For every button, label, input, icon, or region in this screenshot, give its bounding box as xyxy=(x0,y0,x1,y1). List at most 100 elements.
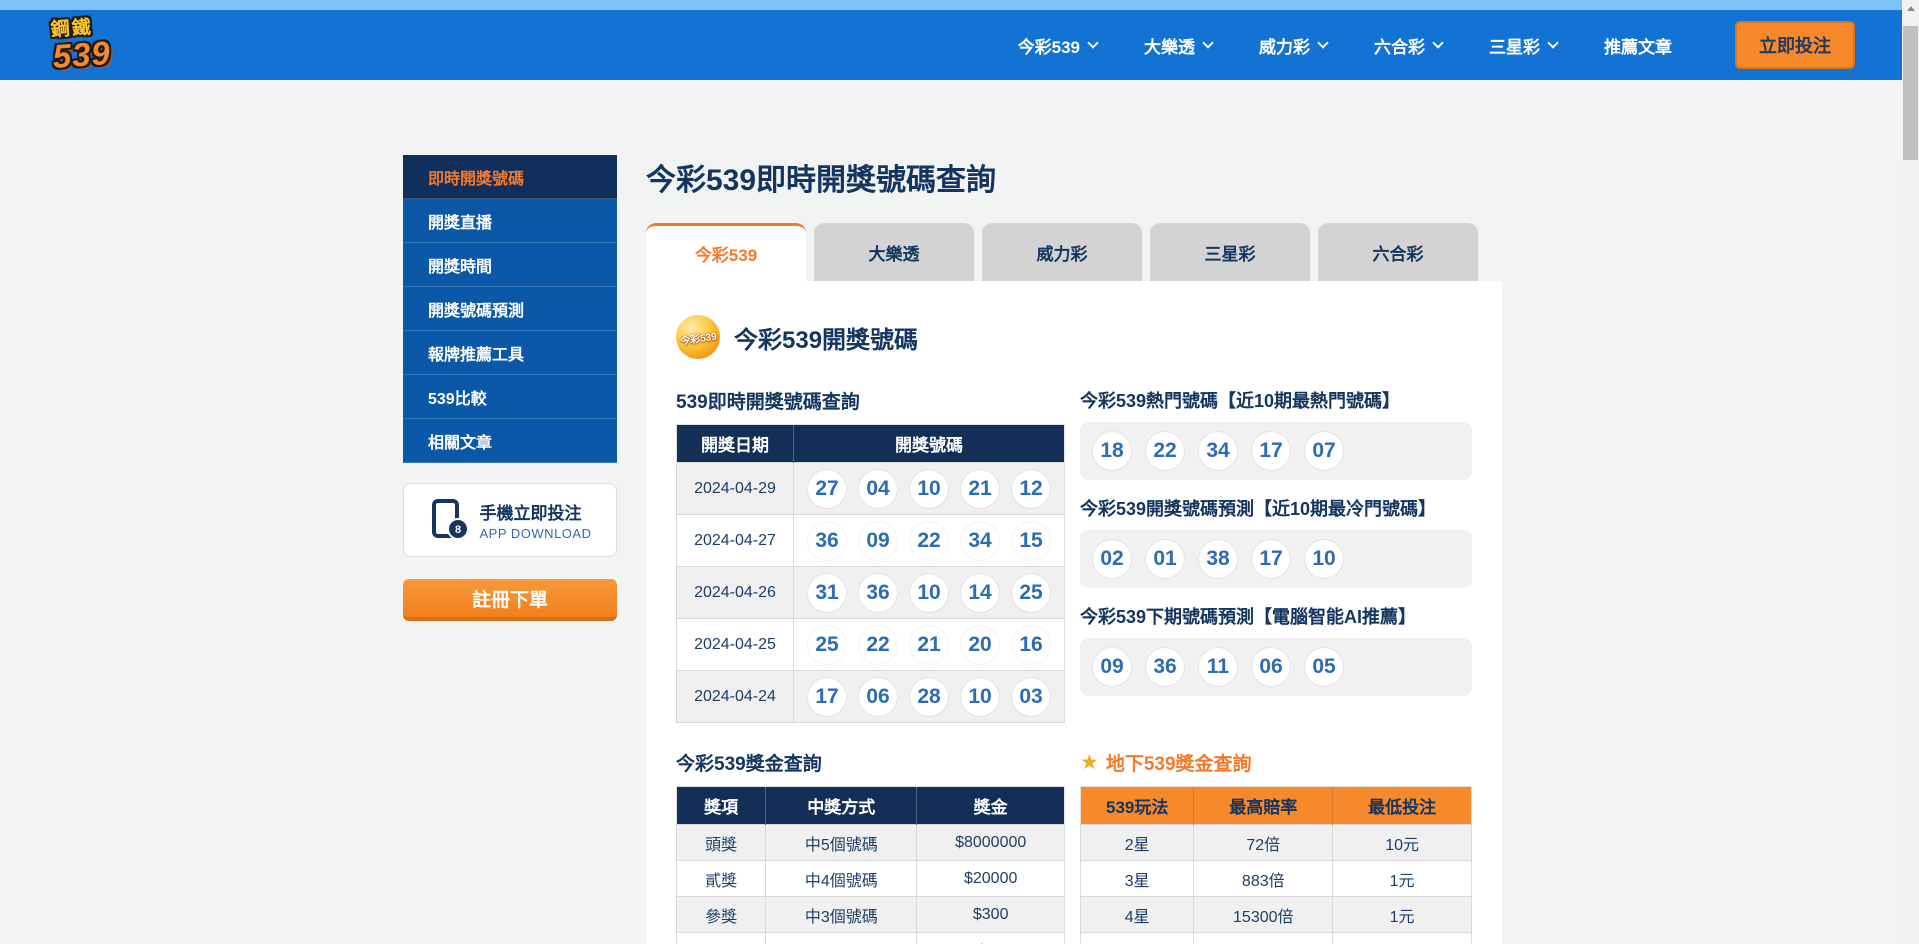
prize-method: 中2個號碼 xyxy=(766,933,917,944)
number-ball: 16 xyxy=(1012,626,1050,664)
number-ball: 09 xyxy=(859,522,897,560)
sidebar-item-live-stream[interactable]: 開獎直播 xyxy=(403,199,617,243)
number-ball: 20 xyxy=(961,626,999,664)
number-ball: 34 xyxy=(1199,432,1237,470)
draw-date: 2024-04-25 xyxy=(677,619,794,671)
table-header-row: 539玩法 最高賠率 最低投注 xyxy=(1081,787,1472,825)
min-bet: 10元 xyxy=(1333,825,1472,861)
register-order-button[interactable]: 註冊下單 xyxy=(403,579,617,621)
tab-mark6[interactable]: 六合彩 xyxy=(1318,223,1478,281)
number-ball: 25 xyxy=(808,626,846,664)
draw-numbers: 31 36 10 14 25 xyxy=(794,574,1064,612)
nav-label: 大樂透 xyxy=(1144,33,1195,58)
chevron-down-icon xyxy=(1317,37,1328,48)
number-ball: 31 xyxy=(808,574,846,612)
ai-prediction-box: 09 36 11 06 05 xyxy=(1080,638,1472,696)
scrollbar-thumb[interactable] xyxy=(1903,26,1918,160)
bottom-grid: 今彩539獎金查詢 獎項 中獎方式 獎金 頭獎 中 xyxy=(676,749,1472,944)
col-header-tier: 獎項 xyxy=(677,787,766,825)
prize-tier: 貳獎 xyxy=(677,861,766,897)
nav-item-lotto649[interactable]: 大樂透 xyxy=(1144,33,1212,58)
top-accent-strip xyxy=(0,0,1919,10)
prize-tier: 肆獎 xyxy=(677,933,766,944)
cold-numbers-title: 今彩539開獎號碼預測【近10期最冷門號碼】 xyxy=(1080,495,1472,521)
nav-item-3stars[interactable]: 三星彩 xyxy=(1489,33,1557,58)
main-content: 今彩539即時開獎號碼查詢 今彩539 大樂透 威力彩 三星彩 六合彩 今彩53… xyxy=(646,155,1502,944)
logo-text-539: 539 xyxy=(52,36,112,73)
table-row: 2星 72倍 10元 xyxy=(1081,825,1472,861)
lottery-tabs: 今彩539 大樂透 威力彩 三星彩 六合彩 xyxy=(646,223,1502,281)
nav-label: 威力彩 xyxy=(1259,33,1310,58)
sidebar-item-live-numbers[interactable]: 即時開獎號碼 xyxy=(403,155,617,199)
sidebar-item-539-compare[interactable]: 539比較 xyxy=(403,375,617,419)
nav-item-539[interactable]: 今彩539 xyxy=(1018,33,1097,58)
card-heading: 今彩539開獎號碼 xyxy=(734,320,918,355)
ball-icon-text: 今彩539 xyxy=(679,327,717,347)
draw-date: 2024-04-24 xyxy=(677,671,794,723)
max-odds: 72倍 xyxy=(1194,825,1333,861)
app-download-card[interactable]: 8 手機立即投注 APP DOWNLOAD xyxy=(403,483,617,557)
prize-section: 今彩539獎金查詢 獎項 中獎方式 獎金 頭獎 中 xyxy=(676,749,1065,944)
ai-prediction-title: 今彩539下期號碼預測【電腦智能AI推薦】 xyxy=(1080,603,1472,629)
tab-539[interactable]: 今彩539 xyxy=(646,223,806,281)
draw-table-title: 539即時開獎號碼查詢 xyxy=(676,387,1065,414)
chevron-down-icon xyxy=(1202,37,1213,48)
table-row: 全車 7.58倍 10元 xyxy=(1081,933,1472,944)
chevron-down-icon xyxy=(1087,37,1098,48)
number-ball: 10 xyxy=(910,470,948,508)
number-ball: 03 xyxy=(1012,678,1050,716)
sidebar-item-tip-tools[interactable]: 報牌推薦工具 xyxy=(403,331,617,375)
nav-item-superlotto[interactable]: 威力彩 xyxy=(1259,33,1327,58)
prize-table-title: 今彩539獎金查詢 xyxy=(676,749,1065,776)
sidebar-item-related-articles[interactable]: 相關文章 xyxy=(403,419,617,463)
cold-numbers-box: 02 01 38 17 10 xyxy=(1080,530,1472,588)
number-ball: 15 xyxy=(1012,522,1050,560)
tab-lotto649[interactable]: 大樂透 xyxy=(814,223,974,281)
sidebar-item-prediction[interactable]: 開獎號碼預測 xyxy=(403,287,617,331)
draw-numbers: 17 06 28 10 03 xyxy=(794,678,1064,716)
chevron-down-icon xyxy=(1432,37,1443,48)
number-ball: 22 xyxy=(859,626,897,664)
number-ball: 05 xyxy=(1305,648,1343,686)
min-bet: 1元 xyxy=(1333,861,1472,897)
table-header-row: 獎項 中獎方式 獎金 xyxy=(677,787,1065,825)
bet-now-button[interactable]: 立即投注 xyxy=(1735,21,1855,69)
sidebar-item-draw-times[interactable]: 開獎時間 xyxy=(403,243,617,287)
chevron-down-icon xyxy=(1547,37,1558,48)
prize-method: 中3個號碼 xyxy=(766,897,917,933)
main-navbar: 鋼鐵 539 今彩539 大樂透 威力彩 六合彩 三星彩 推薦文章 立即投注 xyxy=(0,10,1919,80)
max-odds: 7.58倍 xyxy=(1194,933,1333,944)
number-ball: 28 xyxy=(910,678,948,716)
app-card-text: 手機立即投注 APP DOWNLOAD xyxy=(480,499,592,541)
prize-method: 中5個號碼 xyxy=(766,825,917,861)
page-layout: 即時開獎號碼 開獎直播 開獎時間 開獎號碼預測 報牌推薦工具 539比較 相關文… xyxy=(0,80,1919,944)
svg-text:8: 8 xyxy=(454,524,460,536)
number-ball: 21 xyxy=(910,626,948,664)
prize-tier: 頭獎 xyxy=(677,825,766,861)
number-ball: 06 xyxy=(859,678,897,716)
underground-table-title: ★ 地下539獎金查詢 xyxy=(1080,749,1472,776)
number-ball: 36 xyxy=(1146,648,1184,686)
playtype: 4星 xyxy=(1081,897,1194,933)
playtype: 2星 xyxy=(1081,825,1194,861)
nav-menu: 今彩539 大樂透 威力彩 六合彩 三星彩 推薦文章 立即投注 xyxy=(1018,21,1855,69)
nav-item-articles[interactable]: 推薦文章 xyxy=(1604,33,1672,58)
tab-3stars[interactable]: 三星彩 xyxy=(1150,223,1310,281)
col-header-date: 開獎日期 xyxy=(677,425,794,463)
nav-label: 六合彩 xyxy=(1374,33,1425,58)
table-row: 2024-04-29 27 04 10 21 12 xyxy=(677,463,1065,515)
number-ball: 17 xyxy=(1252,432,1290,470)
scrollbar-up-button[interactable] xyxy=(1902,0,1919,17)
prize-amount: $20000 xyxy=(917,861,1065,897)
nav-item-mark6[interactable]: 六合彩 xyxy=(1374,33,1442,58)
nav-label: 推薦文章 xyxy=(1604,33,1672,58)
tab-superlotto[interactable]: 威力彩 xyxy=(982,223,1142,281)
prize-tier: 參獎 xyxy=(677,897,766,933)
table-row: 2024-04-27 36 09 22 34 15 xyxy=(677,515,1065,567)
max-odds: 15300倍 xyxy=(1194,897,1333,933)
card-heading-row: 今彩539 今彩539開獎號碼 xyxy=(676,315,1472,359)
site-logo[interactable]: 鋼鐵 539 xyxy=(50,17,112,73)
table-row: 貳獎 中4個號碼 $20000 xyxy=(677,861,1065,897)
draw-date: 2024-04-27 xyxy=(677,515,794,567)
table-row: 參獎 中3個號碼 $300 xyxy=(677,897,1065,933)
